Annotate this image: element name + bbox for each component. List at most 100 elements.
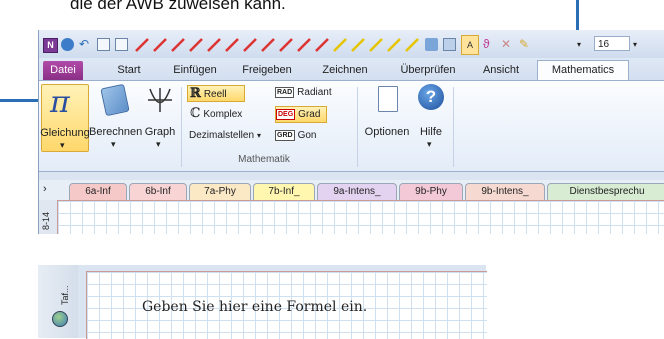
hilfe-button[interactable]: ? Hilfe ▾ bbox=[413, 84, 449, 150]
pen-yellow-icon[interactable] bbox=[333, 38, 347, 52]
pen-red-icon[interactable] bbox=[279, 38, 293, 52]
section-tab[interactable]: 9b-Intens_ bbox=[465, 183, 545, 200]
pen-red-icon[interactable] bbox=[171, 38, 185, 52]
ribbon-separator bbox=[453, 87, 454, 167]
ribbon-tab-bar: Datei Start Einfügen Freigeben Zeichnen … bbox=[39, 58, 664, 81]
tab-ueberpruefen[interactable]: Überprüfen bbox=[393, 61, 463, 80]
expand-icon[interactable]: › bbox=[43, 183, 47, 195]
onenote-app-icon[interactable]: N bbox=[43, 38, 58, 53]
reell-label: Reell bbox=[203, 89, 227, 100]
tab-zeichnen[interactable]: Zeichnen bbox=[317, 61, 373, 80]
pen-red-icon[interactable] bbox=[261, 38, 275, 52]
page-icon[interactable] bbox=[443, 38, 456, 51]
page-sidebar: 8-14 bbox=[39, 200, 57, 234]
berechnen-button[interactable]: Berechnen ▾ bbox=[89, 83, 142, 150]
graph-button[interactable]: Graph ▾ bbox=[142, 84, 178, 150]
font-size-field[interactable]: 16 bbox=[594, 36, 630, 51]
formula-placeholder[interactable]: Geben Sie hier eine Formel ein. bbox=[142, 299, 367, 315]
pen-red-icon[interactable] bbox=[297, 38, 311, 52]
gon-toggle[interactable]: GRD Gon bbox=[275, 128, 325, 143]
pen-red-icon[interactable] bbox=[207, 38, 221, 52]
caption-text: die der AWB zuweisen kann. bbox=[70, 0, 286, 13]
document-icon bbox=[378, 86, 398, 112]
pen-red-icon[interactable] bbox=[153, 38, 167, 52]
chevron-down-icon[interactable]: ▾ bbox=[577, 38, 590, 51]
tab-ansicht[interactable]: Ansicht bbox=[479, 61, 523, 80]
grad-label: Grad bbox=[298, 109, 321, 120]
section-tab[interactable]: 9a-Intens_ bbox=[317, 183, 397, 200]
gleichung-label: Gleichung bbox=[40, 127, 90, 139]
optionen-label: Optionen bbox=[364, 126, 410, 138]
complex-numbers-icon: ℂ bbox=[190, 106, 201, 121]
side-page-label: 8-14 bbox=[41, 211, 51, 230]
chevron-down-icon: ▾ bbox=[156, 139, 161, 149]
side-page-label: Taf... bbox=[60, 285, 70, 305]
ribbon-panel: π Gleichung ▾ Berechnen ▾ Graph ▾ ℝ Reell… bbox=[39, 80, 664, 172]
chevron-down-icon: ▾ bbox=[60, 140, 65, 150]
quick-access-toolbar: N ↶ A ϑ ✕ ✎ ▾ 16 ▾ bbox=[39, 30, 664, 58]
eraser-icon[interactable]: ✕ bbox=[501, 38, 514, 51]
graph-icon bbox=[148, 88, 172, 112]
note-page-grid[interactable] bbox=[57, 200, 664, 234]
pen-yellow-icon[interactable] bbox=[387, 38, 401, 52]
dezimalstellen-dropdown[interactable]: Dezimalstellen ▾ bbox=[189, 128, 269, 143]
gon-badge: GRD bbox=[275, 129, 295, 141]
chevron-down-icon: ▾ bbox=[257, 131, 262, 140]
pen-red-icon[interactable] bbox=[225, 38, 239, 52]
dock-icon[interactable] bbox=[97, 38, 110, 51]
note-page-screenshot: Taf... Geben Sie hier eine Formel ein. bbox=[38, 265, 487, 339]
section-tab[interactable]: Dienstbesprechu bbox=[547, 183, 664, 200]
grad-toggle[interactable]: DEG Grad bbox=[275, 106, 327, 123]
page-sidebar: Taf... bbox=[38, 265, 78, 338]
send-icon[interactable] bbox=[425, 38, 438, 51]
section-tab[interactable]: 7b-Inf_ bbox=[253, 183, 315, 200]
real-numbers-icon: ℝ bbox=[190, 86, 201, 101]
pen-red-icon[interactable] bbox=[135, 38, 149, 52]
onenote-window: N ↶ A ϑ ✕ ✎ ▾ 16 ▾ Datei Start Einfügen bbox=[38, 30, 664, 234]
back-icon[interactable] bbox=[61, 38, 74, 51]
highlighter-icon[interactable]: ✎ bbox=[519, 38, 532, 51]
radiant-toggle[interactable]: RAD Radiant bbox=[275, 85, 345, 100]
note-page-grid[interactable]: Geben Sie hier eine Formel ein. bbox=[86, 271, 487, 339]
komplex-toggle[interactable]: ℂ Komplex bbox=[187, 106, 257, 121]
radiant-label: Radiant bbox=[297, 87, 332, 98]
section-tab[interactable]: 7a-Phy bbox=[189, 183, 251, 200]
section-tab-bar: › 6a-Inf 6b-Inf 7a-Phy 7b-Inf_ 9a-Intens… bbox=[39, 180, 664, 200]
pen-red-icon[interactable] bbox=[189, 38, 203, 52]
ribbon-separator bbox=[181, 87, 182, 167]
grad-badge: DEG bbox=[276, 108, 296, 120]
pen-yellow-icon[interactable] bbox=[405, 38, 419, 52]
chevron-down-icon: ▾ bbox=[427, 139, 432, 149]
math-ink-icon[interactable]: A bbox=[461, 35, 479, 55]
tab-mathematics[interactable]: Mathematics bbox=[537, 60, 629, 81]
gleichung-button[interactable]: π Gleichung ▾ bbox=[40, 84, 90, 152]
optionen-button[interactable]: Optionen bbox=[363, 84, 411, 150]
pen-red-icon[interactable] bbox=[315, 38, 329, 52]
gon-label: Gon bbox=[297, 130, 317, 141]
radiant-badge: RAD bbox=[275, 86, 295, 98]
hilfe-label: Hilfe bbox=[419, 126, 442, 138]
tab-einfuegen[interactable]: Einfügen bbox=[167, 61, 223, 80]
section-tab[interactable]: 6b-Inf bbox=[129, 183, 187, 200]
chevron-down-icon[interactable]: ▾ bbox=[633, 38, 646, 51]
group-label-mathematik: Mathematik bbox=[238, 154, 290, 165]
pen-yellow-icon[interactable] bbox=[351, 38, 365, 52]
undo-icon[interactable]: ↶ bbox=[79, 38, 92, 51]
ribbon-separator bbox=[357, 87, 358, 167]
calculator-icon bbox=[100, 83, 130, 117]
section-tab[interactable]: 6a-Inf bbox=[69, 183, 127, 200]
help-icon: ? bbox=[418, 84, 444, 110]
tab-datei[interactable]: Datei bbox=[43, 61, 83, 80]
tab-freigeben[interactable]: Freigeben bbox=[237, 61, 297, 80]
pi-icon: π bbox=[50, 85, 70, 120]
section-tab[interactable]: 9b-Phy bbox=[399, 183, 463, 200]
tab-start[interactable]: Start bbox=[109, 61, 149, 80]
globe-page-icon bbox=[52, 311, 68, 327]
lasso-icon[interactable]: ϑ bbox=[483, 38, 496, 51]
pen-red-icon[interactable] bbox=[243, 38, 257, 52]
chevron-down-icon: ▾ bbox=[111, 139, 116, 149]
fullpage-icon[interactable] bbox=[115, 38, 128, 51]
pen-yellow-icon[interactable] bbox=[369, 38, 383, 52]
reell-toggle[interactable]: ℝ Reell bbox=[187, 85, 245, 102]
dezimalstellen-label: Dezimalstellen bbox=[189, 130, 255, 141]
